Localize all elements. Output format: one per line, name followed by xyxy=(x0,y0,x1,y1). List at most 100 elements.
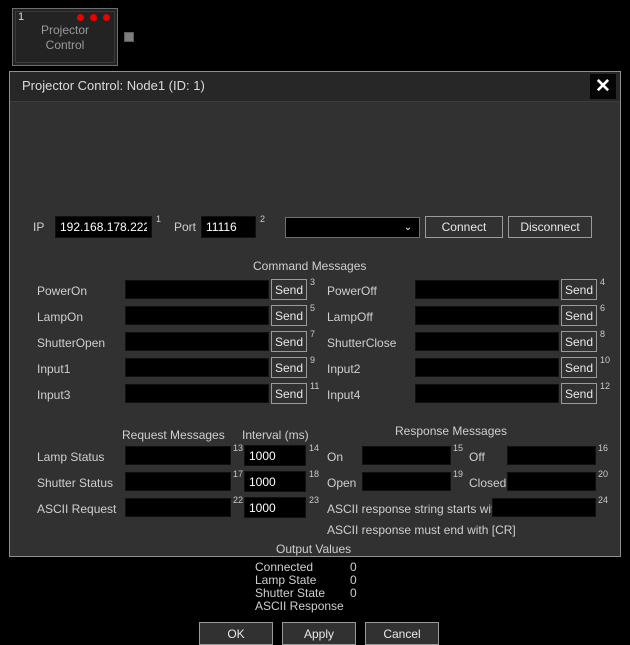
response-index-open: 19 xyxy=(453,469,464,479)
dialog-title: Projector Control: Node1 (ID: 1) xyxy=(22,78,205,93)
send-button-lampon[interactable]: Send xyxy=(271,305,307,326)
command-input-poweroff[interactable] xyxy=(415,280,559,299)
ip-index: 1 xyxy=(156,214,162,224)
command-messages-title: Command Messages xyxy=(253,259,367,273)
send-button-input2[interactable]: Send xyxy=(561,357,597,378)
command-index-input4: 12 xyxy=(600,381,611,391)
ok-button[interactable]: OK xyxy=(199,622,273,645)
interval-index-ascii-request: 23 xyxy=(309,495,320,505)
response-label-open: Open xyxy=(327,476,357,490)
send-button-input4[interactable]: Send xyxy=(561,383,597,404)
command-label-shutteropen: ShutterOpen xyxy=(37,336,106,350)
command-label-input2: Input2 xyxy=(327,362,361,376)
node-title: Projector Control xyxy=(13,23,117,53)
chevron-down-icon: ⌄ xyxy=(403,222,413,233)
command-input-shutterclose[interactable] xyxy=(415,332,559,351)
command-index-poweroff: 4 xyxy=(600,277,606,287)
response-label-off: Off xyxy=(469,450,485,464)
interval-input-shutter-status[interactable] xyxy=(244,471,306,492)
command-label-lampon: LampOn xyxy=(37,310,84,324)
disconnect-button[interactable]: Disconnect xyxy=(508,216,592,238)
command-input-input3[interactable] xyxy=(125,384,269,403)
command-index-lampoff: 6 xyxy=(600,303,606,313)
projector-control-dialog: Projector Control: Node1 (ID: 1) ✕ IP 1 … xyxy=(9,71,621,645)
send-button-input3[interactable]: Send xyxy=(271,383,307,404)
interval-input-lamp-status[interactable] xyxy=(244,445,306,466)
node-title-line2: Control xyxy=(45,38,85,52)
response-label-on: On xyxy=(327,450,344,464)
port-index: 2 xyxy=(260,214,266,224)
command-label-poweron: PowerOn xyxy=(37,284,88,298)
cancel-button[interactable]: Cancel xyxy=(365,622,439,645)
response-input-open[interactable] xyxy=(362,472,451,491)
request-index-lamp-status: 13 xyxy=(233,443,244,453)
node-output-port[interactable] xyxy=(124,32,134,42)
response-input-closed[interactable] xyxy=(507,472,596,491)
output-value-shutter-state: 0 xyxy=(350,586,357,600)
connect-button[interactable]: Connect xyxy=(425,216,503,238)
projector-control-node[interactable]: 1 Projector Control xyxy=(12,8,118,66)
response-input-on[interactable] xyxy=(362,446,451,465)
output-label-shutter-state: Shutter State xyxy=(255,586,326,600)
ip-input[interactable] xyxy=(55,216,152,238)
dialog-body: IP 1 Port 2 ⌄ Connect Disconnect Command… xyxy=(10,102,620,645)
send-button-shutterclose[interactable]: Send xyxy=(561,331,597,352)
output-label-connected: Connected xyxy=(255,560,314,574)
command-input-input2[interactable] xyxy=(415,358,559,377)
command-input-shutteropen[interactable] xyxy=(125,332,269,351)
send-button-lampoff[interactable]: Send xyxy=(561,305,597,326)
port-label: Port xyxy=(174,220,197,234)
interval-index-shutter-status: 18 xyxy=(309,469,320,479)
command-index-lampon: 5 xyxy=(310,303,316,313)
send-button-shutteropen[interactable]: Send xyxy=(271,331,307,352)
command-index-shutteropen: 7 xyxy=(310,329,316,339)
command-label-poweroff: PowerOff xyxy=(327,284,377,298)
request-input-shutter-status[interactable] xyxy=(125,472,231,491)
send-button-poweron[interactable]: Send xyxy=(271,279,307,300)
command-input-lampoff[interactable] xyxy=(415,306,559,325)
command-input-poweron[interactable] xyxy=(125,280,269,299)
ascii-starts-with-label: ASCII response string starts with: xyxy=(327,502,505,516)
node-status-leds xyxy=(77,14,110,21)
response-index-off: 16 xyxy=(598,443,609,453)
output-value-lamp-state: 0 xyxy=(350,573,357,587)
close-icon[interactable]: ✕ xyxy=(590,74,616,99)
response-index-on: 15 xyxy=(453,443,464,453)
command-label-input4: Input4 xyxy=(327,388,361,402)
output-values-title: Output Values xyxy=(276,542,352,556)
command-input-input4[interactable] xyxy=(415,384,559,403)
ip-label: IP xyxy=(33,220,45,234)
command-input-lampon[interactable] xyxy=(125,306,269,325)
ascii-end-note: ASCII response must end with [CR] xyxy=(327,523,516,537)
ascii-starts-with-index: 24 xyxy=(598,495,609,505)
request-index-ascii-request: 22 xyxy=(233,495,244,505)
response-input-off[interactable] xyxy=(507,446,596,465)
port-input[interactable] xyxy=(201,216,256,238)
node-number: 1 xyxy=(18,11,25,23)
command-index-input3: 11 xyxy=(310,381,320,391)
request-label-lamp-status: Lamp Status xyxy=(37,450,105,464)
command-label-input1: Input1 xyxy=(37,362,71,376)
ascii-starts-with-input[interactable] xyxy=(492,498,596,517)
connection-dropdown[interactable]: ⌄ xyxy=(285,217,420,238)
response-index-closed: 20 xyxy=(598,469,609,479)
apply-button[interactable]: Apply xyxy=(282,622,356,645)
command-input-input1[interactable] xyxy=(125,358,269,377)
request-input-lamp-status[interactable] xyxy=(125,446,231,465)
request-messages-title: Request Messages xyxy=(122,428,225,442)
send-button-input1[interactable]: Send xyxy=(271,357,307,378)
command-label-input3: Input3 xyxy=(37,388,71,402)
led-indicator-2 xyxy=(90,14,97,21)
command-label-shutterclose: ShutterClose xyxy=(327,336,397,350)
command-index-input1: 9 xyxy=(310,355,316,365)
dialog-titlebar[interactable]: Projector Control: Node1 (ID: 1) ✕ xyxy=(10,72,620,102)
request-input-ascii-request[interactable] xyxy=(125,498,231,517)
led-indicator-1 xyxy=(77,14,84,21)
interval-input-ascii-request[interactable] xyxy=(244,497,306,518)
editor-canvas: 1 Projector Control Projector Control: N… xyxy=(0,0,630,645)
node-title-line1: Projector xyxy=(40,23,90,37)
send-button-poweroff[interactable]: Send xyxy=(561,279,597,300)
response-label-closed: Closed xyxy=(469,476,507,490)
command-index-shutterclose: 8 xyxy=(600,329,606,339)
request-index-shutter-status: 17 xyxy=(233,469,244,479)
